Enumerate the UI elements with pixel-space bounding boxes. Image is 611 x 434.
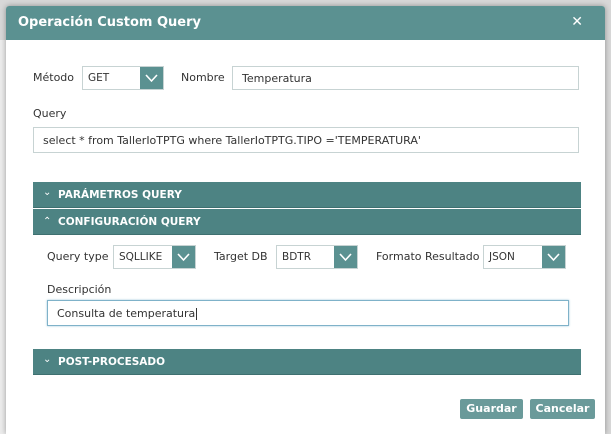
cancelar-button[interactable]: Cancelar: [530, 399, 595, 419]
section-parametros-query[interactable]: ⌄ PARÁMETROS QUERY: [33, 182, 581, 208]
target-db-select[interactable]: BDTR: [276, 245, 358, 269]
target-db-label: Target DB: [214, 250, 268, 263]
text-caret: [196, 308, 198, 320]
formato-resultado-select[interactable]: JSON: [483, 245, 566, 269]
metodo-label: Método: [33, 71, 75, 84]
query-input[interactable]: select * from TallerIoTPTG where TallerI…: [33, 127, 579, 153]
chevron-down-icon: [172, 246, 195, 268]
close-icon[interactable]: ✕: [571, 14, 583, 30]
formato-resultado-value: JSON: [489, 251, 515, 263]
custom-query-dialog: Operación Custom Query ✕ Método GET Nomb…: [6, 6, 605, 434]
formato-resultado-label: Formato Resultado: [376, 250, 480, 263]
descripcion-label: Descripción: [47, 283, 112, 296]
chevron-down-icon: [140, 67, 163, 89]
query-label: Query: [33, 107, 67, 120]
query-type-label: Query type: [47, 250, 109, 263]
nombre-label: Nombre: [181, 71, 225, 84]
descripcion-input[interactable]: Consulta de temperatura: [47, 300, 569, 326]
section-title: PARÁMETROS QUERY: [58, 189, 182, 201]
dialog-header: Operación Custom Query ✕: [6, 6, 605, 40]
section-title: POST-PROCESADO: [58, 356, 166, 368]
nombre-input[interactable]: Temperatura: [232, 66, 579, 90]
chevron-down-icon: ⌄: [43, 187, 52, 198]
target-db-value: BDTR: [282, 251, 311, 263]
query-type-select[interactable]: SQLLIKE: [113, 245, 196, 269]
chevron-up-icon: ⌃: [43, 216, 52, 227]
chevron-down-icon: ⌄: [43, 354, 52, 365]
guardar-button[interactable]: Guardar: [460, 399, 523, 419]
dialog-title: Operación Custom Query: [18, 15, 201, 30]
chevron-down-icon: [542, 246, 565, 268]
chevron-down-icon: [334, 246, 357, 268]
query-type-value: SQLLIKE: [119, 251, 163, 263]
section-post-procesado[interactable]: ⌄ POST-PROCESADO: [33, 349, 581, 375]
section-configuracion-query[interactable]: ⌃ CONFIGURACIÓN QUERY: [33, 209, 581, 235]
section-title: CONFIGURACIÓN QUERY: [58, 216, 201, 228]
metodo-select[interactable]: GET: [82, 66, 164, 90]
descripcion-value: Consulta de temperatura: [57, 307, 196, 320]
metodo-value: GET: [88, 72, 110, 84]
